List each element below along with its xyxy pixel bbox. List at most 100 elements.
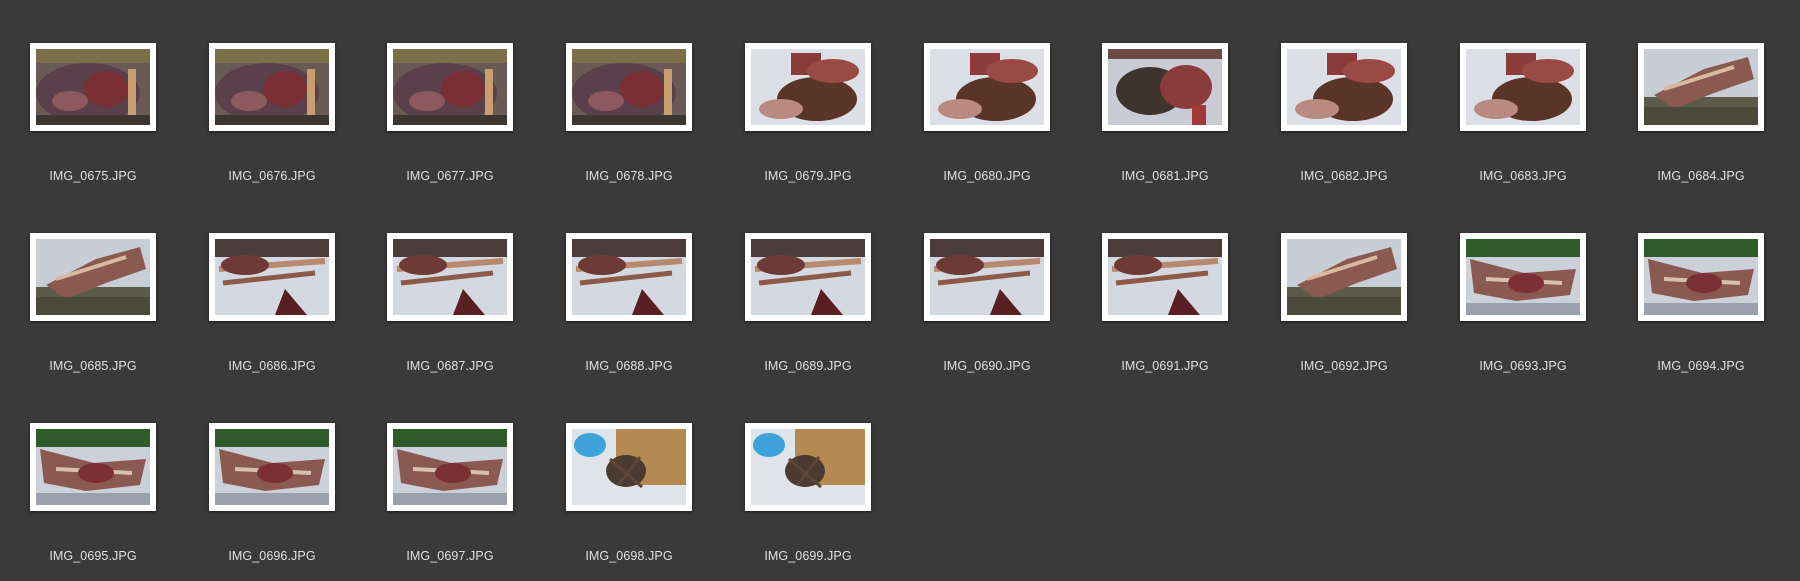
file-name[interactable]: IMG_0684.JPG <box>1617 169 1785 183</box>
thumbnail-image <box>751 49 865 125</box>
thumbnail-frame[interactable] <box>1102 233 1228 321</box>
thumbnail-image <box>1287 49 1401 125</box>
thumbnail-frame[interactable] <box>566 43 692 131</box>
file-name[interactable]: IMG_0690.JPG <box>903 359 1071 373</box>
thumbnail-frame[interactable] <box>1102 43 1228 131</box>
file-item[interactable]: IMG_0675.JPG <box>9 43 174 193</box>
thumbnail-frame[interactable] <box>387 43 513 131</box>
thumbnail-image <box>36 49 150 125</box>
thumbnail-image <box>1287 239 1401 315</box>
thumbnail-image <box>215 429 329 505</box>
file-name[interactable]: IMG_0686.JPG <box>188 359 356 373</box>
file-item[interactable]: IMG_0682.JPG <box>1260 43 1425 193</box>
file-item[interactable]: IMG_0699.JPG <box>724 423 889 573</box>
file-item[interactable]: IMG_0683.JPG <box>1439 43 1604 193</box>
file-item[interactable]: IMG_0681.JPG <box>1081 43 1246 193</box>
thumbnail-frame[interactable] <box>30 233 156 321</box>
file-name[interactable]: IMG_0698.JPG <box>545 549 713 563</box>
file-item[interactable]: IMG_0697.JPG <box>366 423 531 573</box>
thumbnail-frame[interactable] <box>1460 43 1586 131</box>
thumbnail-image <box>393 239 507 315</box>
file-item[interactable]: IMG_0695.JPG <box>9 423 174 573</box>
file-name[interactable]: IMG_0699.JPG <box>724 549 892 563</box>
file-item[interactable]: IMG_0692.JPG <box>1260 233 1425 383</box>
thumbnail-image <box>1466 239 1580 315</box>
file-name[interactable]: IMG_0675.JPG <box>9 169 177 183</box>
file-name[interactable]: IMG_0691.JPG <box>1081 359 1249 373</box>
file-name[interactable]: IMG_0685.JPG <box>9 359 177 373</box>
thumbnail-frame[interactable] <box>745 423 871 511</box>
file-item[interactable]: IMG_0690.JPG <box>903 233 1068 383</box>
thumbnail-image <box>572 239 686 315</box>
thumbnail-image <box>1644 239 1758 315</box>
thumbnail-frame[interactable] <box>1281 43 1407 131</box>
file-item[interactable]: IMG_0691.JPG <box>1081 233 1246 383</box>
thumbnail-frame[interactable] <box>566 423 692 511</box>
thumbnail-frame[interactable] <box>745 43 871 131</box>
thumbnail-frame[interactable] <box>387 233 513 321</box>
thumbnail-image <box>1466 49 1580 125</box>
file-item[interactable]: IMG_0679.JPG <box>724 43 889 193</box>
file-name[interactable]: IMG_0693.JPG <box>1439 359 1607 373</box>
thumbnail-frame[interactable] <box>209 423 335 511</box>
file-item[interactable]: IMG_0696.JPG <box>188 423 353 573</box>
thumbnail-frame[interactable] <box>745 233 871 321</box>
thumbnail-image <box>1644 49 1758 125</box>
file-item[interactable]: IMG_0676.JPG <box>188 43 353 193</box>
thumbnail-frame[interactable] <box>30 43 156 131</box>
file-name[interactable]: IMG_0694.JPG <box>1617 359 1785 373</box>
thumbnail-image <box>930 239 1044 315</box>
file-name[interactable]: IMG_0696.JPG <box>188 549 356 563</box>
thumbnail-image <box>36 239 150 315</box>
thumbnail-frame[interactable] <box>1638 43 1764 131</box>
file-name[interactable]: IMG_0678.JPG <box>545 169 713 183</box>
file-name[interactable]: IMG_0692.JPG <box>1260 359 1428 373</box>
file-item[interactable]: IMG_0689.JPG <box>724 233 889 383</box>
file-name[interactable]: IMG_0680.JPG <box>903 169 1071 183</box>
file-item[interactable]: IMG_0685.JPG <box>9 233 174 383</box>
file-item[interactable]: IMG_0677.JPG <box>366 43 531 193</box>
file-item[interactable]: IMG_0688.JPG <box>545 233 710 383</box>
thumbnail-image <box>393 49 507 125</box>
file-name[interactable]: IMG_0689.JPG <box>724 359 892 373</box>
thumbnail-frame[interactable] <box>924 233 1050 321</box>
file-item[interactable]: IMG_0693.JPG <box>1439 233 1604 383</box>
thumbnail-frame[interactable] <box>30 423 156 511</box>
file-item[interactable]: IMG_0687.JPG <box>366 233 531 383</box>
thumbnail-frame[interactable] <box>209 43 335 131</box>
file-item[interactable]: IMG_0686.JPG <box>188 233 353 383</box>
thumbnail-frame[interactable] <box>566 233 692 321</box>
file-name[interactable]: IMG_0688.JPG <box>545 359 713 373</box>
thumbnail-image <box>572 429 686 505</box>
thumbnail-image <box>751 239 865 315</box>
file-item[interactable]: IMG_0680.JPG <box>903 43 1068 193</box>
thumbnail-frame[interactable] <box>1460 233 1586 321</box>
thumbnail-image <box>36 429 150 505</box>
thumbnail-image <box>215 49 329 125</box>
file-item[interactable]: IMG_0684.JPG <box>1617 43 1782 193</box>
file-item[interactable]: IMG_0698.JPG <box>545 423 710 573</box>
file-name[interactable]: IMG_0681.JPG <box>1081 169 1249 183</box>
file-name[interactable]: IMG_0687.JPG <box>366 359 534 373</box>
thumbnail-image <box>393 429 507 505</box>
file-name[interactable]: IMG_0695.JPG <box>9 549 177 563</box>
file-item[interactable]: IMG_0678.JPG <box>545 43 710 193</box>
thumbnail-image <box>215 239 329 315</box>
thumbnail-image <box>930 49 1044 125</box>
file-item[interactable]: IMG_0694.JPG <box>1617 233 1782 383</box>
file-name[interactable]: IMG_0683.JPG <box>1439 169 1607 183</box>
thumbnail-image <box>1108 239 1222 315</box>
thumbnail-image <box>572 49 686 125</box>
thumbnail-frame[interactable] <box>1638 233 1764 321</box>
file-name[interactable]: IMG_0697.JPG <box>366 549 534 563</box>
thumbnail-image <box>751 429 865 505</box>
thumbnail-frame[interactable] <box>209 233 335 321</box>
thumbnail-frame[interactable] <box>1281 233 1407 321</box>
file-name[interactable]: IMG_0677.JPG <box>366 169 534 183</box>
thumbnail-frame[interactable] <box>924 43 1050 131</box>
file-name[interactable]: IMG_0676.JPG <box>188 169 356 183</box>
file-grid: IMG_0675.JPG IMG_0676.JPG IMG_0677.JPG IMG_… <box>0 0 1800 581</box>
thumbnail-frame[interactable] <box>387 423 513 511</box>
file-name[interactable]: IMG_0679.JPG <box>724 169 892 183</box>
file-name[interactable]: IMG_0682.JPG <box>1260 169 1428 183</box>
